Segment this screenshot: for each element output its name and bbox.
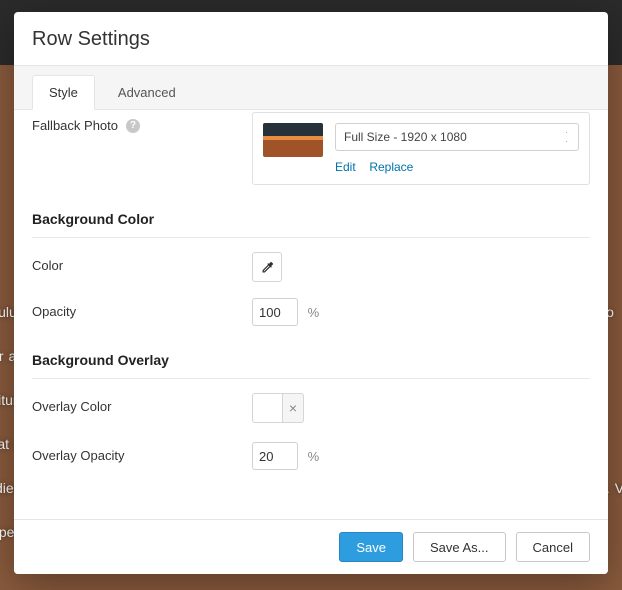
opacity-input[interactable] (252, 298, 298, 326)
photo-size-select[interactable]: Full Size - 1920 x 1080 (335, 123, 579, 151)
photo-replace-link[interactable]: Replace (369, 160, 413, 174)
overlay-opacity-input[interactable] (252, 442, 298, 470)
modal-title: Row Settings (32, 28, 590, 51)
fallback-photo-block: Full Size - 1920 x 1080 Edit Replace (252, 112, 590, 185)
tab-advanced[interactable]: Advanced (101, 75, 193, 110)
eyedropper-icon (260, 260, 275, 275)
tabs-bar: Style Advanced (14, 66, 608, 110)
opacity-unit: % (308, 305, 320, 320)
help-icon[interactable]: ? (126, 119, 140, 133)
tab-style[interactable]: Style (32, 75, 95, 110)
photo-thumbnail[interactable] (263, 123, 323, 157)
label-overlay-opacity: Overlay Opacity (32, 442, 252, 463)
save-as-button[interactable]: Save As... (413, 532, 506, 562)
modal-body: Fallback Photo ? Full Size - 1920 x 1080… (14, 110, 608, 519)
modal-header: Row Settings (14, 12, 608, 66)
photo-edit-link[interactable]: Edit (335, 160, 356, 174)
row-settings-modal: Row Settings Style Advanced Fallback Pho… (14, 12, 608, 574)
section-background-color: Background Color (32, 193, 590, 238)
modal-scroll[interactable]: Fallback Photo ? Full Size - 1920 x 1080… (14, 110, 608, 519)
overlay-color-swatch[interactable] (252, 393, 282, 423)
label-fallback-photo: Fallback Photo ? (32, 112, 252, 133)
color-picker-button[interactable] (252, 252, 282, 282)
label-color: Color (32, 252, 252, 273)
overlay-opacity-unit: % (308, 449, 320, 464)
label-overlay-color: Overlay Color (32, 393, 252, 414)
cancel-button[interactable]: Cancel (516, 532, 590, 562)
label-opacity: Opacity (32, 298, 252, 319)
photo-links: Edit Replace (335, 159, 579, 174)
overlay-color-clear-button[interactable]: × (282, 393, 304, 423)
save-button[interactable]: Save (339, 532, 403, 562)
section-background-overlay: Background Overlay (32, 334, 590, 379)
modal-footer: Save Save As... Cancel (14, 519, 608, 574)
